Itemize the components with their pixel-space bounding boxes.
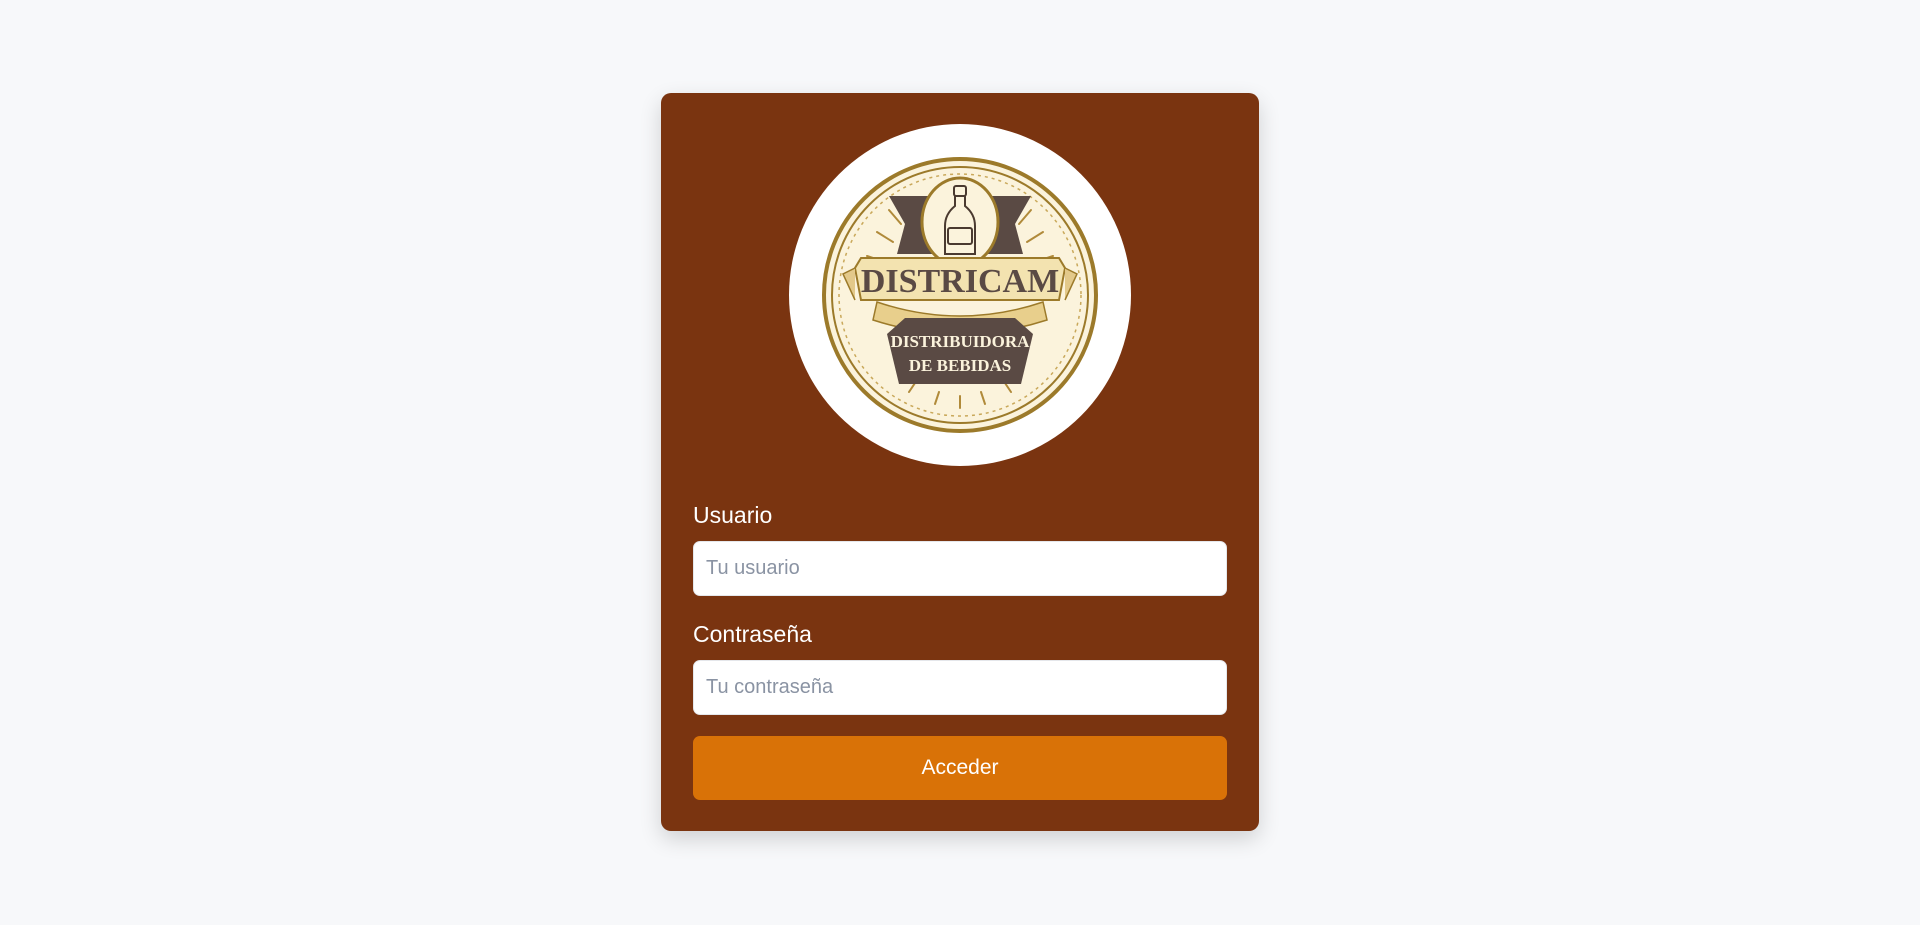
username-label: Usuario	[693, 502, 773, 528]
login-card: DISTRICAM DISTRIBUIDORA DE BEBIDAS Usuar…	[661, 93, 1259, 831]
password-label: Contraseña	[693, 621, 812, 647]
password-input[interactable]	[693, 660, 1227, 715]
logo-tagline-line2: DE BEBIDAS	[909, 356, 1012, 375]
districam-logo-emblem: DISTRICAM DISTRIBUIDORA DE BEBIDAS	[822, 157, 1098, 433]
logo-brand-text: DISTRICAM	[861, 263, 1059, 300]
logo-tagline-line1: DISTRIBUIDORA	[891, 332, 1031, 351]
districam-logo: DISTRICAM DISTRIBUIDORA DE BEBIDAS	[789, 124, 1131, 466]
login-submit-button[interactable]: Acceder	[693, 736, 1227, 800]
username-input[interactable]	[693, 541, 1227, 596]
